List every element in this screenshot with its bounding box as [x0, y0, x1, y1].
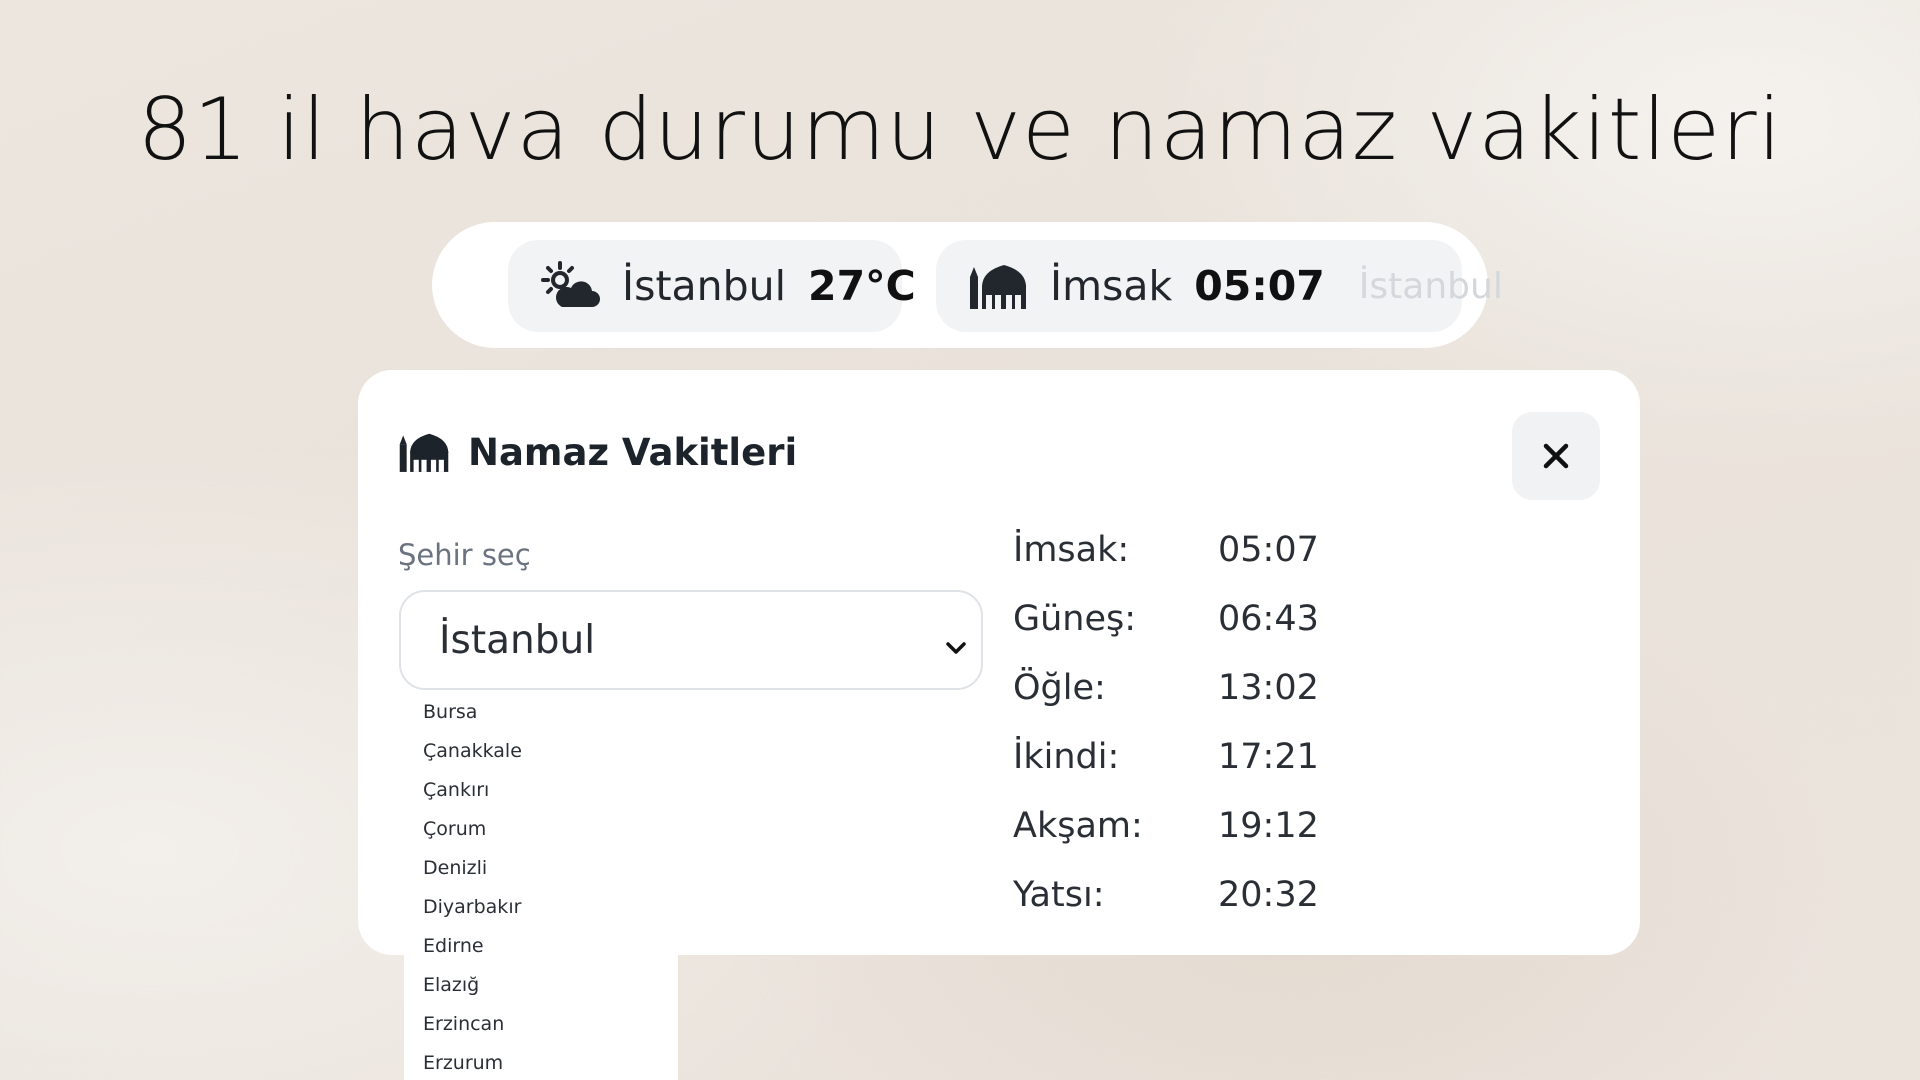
weather-temperature: 27°C [808, 262, 916, 310]
prayer-time-label: Akşam: [1013, 806, 1143, 846]
prayer-time-value: 17:21 [1218, 737, 1319, 777]
prayer-time-row: İkindi: 17:21 [1013, 725, 1413, 794]
prayer-time-row: Akşam: 19:12 [1013, 794, 1413, 863]
dropdown-option[interactable]: Erzincan [404, 1004, 678, 1043]
prayer-time-label: İkindi: [1013, 737, 1120, 777]
prayer-time-label: Yatsı: [1013, 875, 1105, 915]
sun-behind-cloud-icon [540, 261, 600, 311]
page-headline: 81 il hava durumu ve namaz vakitleri [137, 80, 1783, 180]
modal-header: Namaz Vakitleri [398, 430, 797, 474]
close-icon [1541, 441, 1571, 471]
dropdown-option[interactable]: Elazığ [404, 965, 678, 1004]
top-widget-bar: İstanbul 27°C İmsak 05:07 İstanbul [432, 222, 1503, 348]
dropdown-option[interactable]: Diyarbakır [404, 887, 678, 926]
city-dropdown-list: Bursa Çanakkale Çankırı Çorum Denizli Di… [404, 692, 678, 1080]
weather-city: İstanbul [622, 262, 787, 310]
city-select-value: İstanbul [439, 617, 596, 663]
modal-title: Namaz Vakitleri [468, 430, 798, 474]
dropdown-option[interactable]: Çankırı [404, 770, 678, 809]
prayer-time-widget[interactable]: İmsak 05:07 İstanbul [936, 240, 1503, 332]
dropdown-option[interactable]: Denizli [404, 848, 678, 887]
prayer-city: İstanbul [1358, 265, 1503, 307]
prayer-time-label: İmsak: [1013, 530, 1130, 570]
weather-widget[interactable]: İstanbul 27°C [508, 240, 916, 332]
dropdown-option[interactable]: Bursa [404, 692, 678, 731]
prayer-time-row: Güneş: 06:43 [1013, 587, 1413, 656]
prayer-time-row: Öğle: 13:02 [1013, 656, 1413, 725]
prayer-time-value: 19:12 [1218, 806, 1319, 846]
prayer-time-value: 13:02 [1218, 668, 1319, 708]
prayer-time-row: İmsak: 05:07 [1013, 518, 1413, 587]
chevron-down-icon [941, 628, 971, 658]
prayer-name: İmsak [1050, 262, 1173, 310]
mosque-icon [398, 430, 450, 474]
city-select-label: Şehir seç [398, 538, 531, 572]
prayer-times-list: İmsak: 05:07 Güneş: 06:43 Öğle: 13:02 İk… [1013, 518, 1413, 932]
prayer-time-value: 05:07 [1218, 530, 1319, 570]
dropdown-option[interactable]: Çorum [404, 809, 678, 848]
dropdown-option[interactable]: Erzurum [404, 1043, 678, 1080]
prayer-time: 05:07 [1194, 262, 1325, 310]
dropdown-option[interactable]: Çanakkale [404, 731, 678, 770]
city-select[interactable]: İstanbul [399, 590, 983, 690]
prayer-time-label: Güneş: [1013, 599, 1137, 639]
prayer-time-value: 20:32 [1218, 875, 1319, 915]
prayer-time-row: Yatsı: 20:32 [1013, 863, 1413, 932]
dropdown-option[interactable]: Edirne [404, 926, 678, 965]
close-button[interactable] [1512, 412, 1600, 500]
prayer-time-label: Öğle: [1013, 668, 1106, 708]
prayer-time-value: 06:43 [1218, 599, 1319, 639]
mosque-icon [968, 261, 1028, 311]
